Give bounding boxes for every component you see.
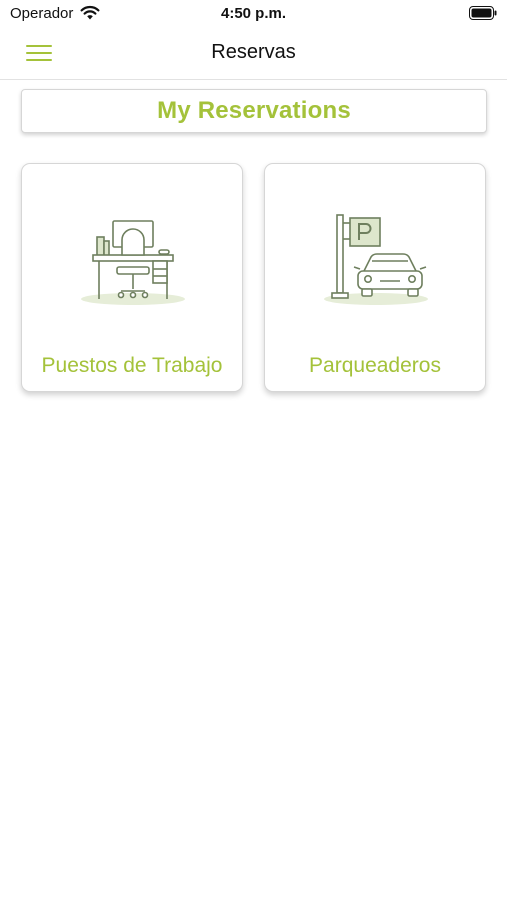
workstations-card[interactable]: Puestos de Trabajo — [21, 163, 243, 392]
page-title: Reservas — [211, 41, 296, 63]
battery-icon — [469, 6, 497, 25]
parking-label: Parqueaderos — [309, 354, 441, 377]
my-reservations-label: My Reservations — [157, 97, 351, 124]
status-bar: Operador 4:50 p.m. — [0, 0, 507, 30]
navigation-bar: Reservas — [0, 30, 507, 80]
my-reservations-button[interactable]: My Reservations — [21, 89, 487, 133]
workstation-desk-icon — [73, 209, 193, 309]
parking-card[interactable]: Parqueaderos — [264, 163, 486, 392]
parking-car-icon — [316, 209, 436, 309]
workstations-label: Puestos de Trabajo — [41, 354, 223, 377]
status-time: 4:50 p.m. — [220, 5, 287, 22]
